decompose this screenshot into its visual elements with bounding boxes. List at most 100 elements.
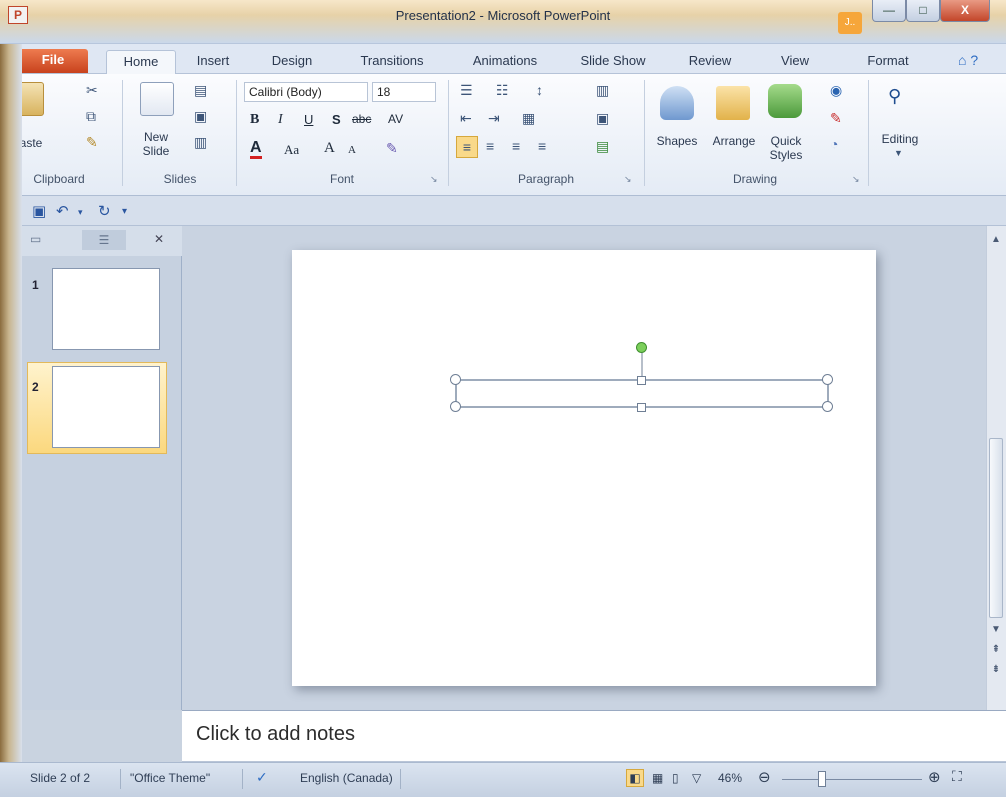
italic-button[interactable]: I: [278, 112, 283, 128]
tab-file[interactable]: File: [18, 49, 88, 73]
change-case-button[interactable]: Aa: [284, 142, 299, 158]
maximize-button[interactable]: □: [906, 0, 940, 22]
paragraph-launcher-icon[interactable]: ↘: [624, 174, 632, 185]
outline-tab-icon[interactable]: ☰: [82, 230, 126, 250]
resize-handle[interactable]: [822, 374, 833, 385]
zoom-slider-track[interactable]: [782, 779, 922, 780]
slide-thumbnail[interactable]: [52, 268, 160, 350]
theme-name[interactable]: "Office Theme": [130, 771, 210, 785]
vertical-scrollbar[interactable]: ▲ ▼ ⇞ ⇟: [986, 226, 1006, 710]
shadow-button[interactable]: S: [332, 112, 341, 127]
zoom-out-icon[interactable]: ⊖: [758, 768, 771, 786]
undo-icon[interactable]: ↶: [56, 202, 69, 220]
zoom-slider-thumb[interactable]: [818, 771, 826, 787]
minimize-button[interactable]: —: [872, 0, 906, 22]
resize-handle[interactable]: [822, 401, 833, 412]
notes-placeholder[interactable]: Click to add notes: [196, 723, 355, 746]
spell-check-icon[interactable]: ✓: [256, 769, 268, 786]
previous-slide-icon[interactable]: ⇞: [989, 644, 1003, 655]
slideshow-icon[interactable]: ▽: [692, 771, 701, 785]
shapes-button-label[interactable]: Shapes: [650, 134, 704, 148]
clear-formatting-icon[interactable]: ✎: [386, 140, 398, 157]
scroll-up-icon[interactable]: ▲: [989, 234, 1003, 245]
fit-to-window-icon[interactable]: ⛶: [952, 768, 962, 785]
tab-slide-show[interactable]: Slide Show: [568, 50, 658, 74]
save-icon[interactable]: ▣: [32, 202, 46, 220]
tab-animations[interactable]: Animations: [460, 50, 550, 74]
tab-design[interactable]: Design: [262, 50, 322, 74]
zoom-level[interactable]: 46%: [718, 771, 742, 785]
customize-toolbar-icon[interactable]: ▾: [122, 206, 127, 217]
resize-handle[interactable]: [450, 401, 461, 412]
binoculars-icon[interactable]: ⚲: [888, 86, 901, 107]
zoom-in-icon[interactable]: ⊕: [928, 768, 941, 786]
increase-indent-icon[interactable]: ⇥: [488, 110, 500, 127]
tab-transitions[interactable]: Transitions: [346, 50, 438, 74]
align-text-icon[interactable]: ▣: [596, 110, 609, 127]
font-name-dropdown[interactable]: Calibri (Body): [244, 82, 368, 102]
smartart-icon[interactable]: ▤: [596, 138, 609, 155]
new-slide-label-2[interactable]: Slide: [134, 144, 178, 158]
align-center-icon[interactable]: ≡: [486, 138, 494, 154]
shape-effects-icon[interactable]: ◔: [830, 136, 838, 152]
shape-fill-icon[interactable]: ◉: [830, 82, 842, 99]
rotation-handle[interactable]: [636, 342, 647, 353]
language-indicator[interactable]: English (Canada): [300, 771, 393, 785]
quick-styles-label-2[interactable]: Styles: [764, 148, 808, 162]
align-left-icon[interactable]: ≡: [456, 136, 478, 158]
help-icon[interactable]: ⌂ ?: [958, 52, 978, 68]
arrange-button-label[interactable]: Arrange: [706, 134, 762, 148]
numbering-icon[interactable]: ☷: [496, 82, 509, 99]
notes-pane[interactable]: Click to add notes: [182, 710, 1006, 762]
layout-icon[interactable]: ▤: [194, 82, 207, 99]
new-slide-label-1[interactable]: New: [134, 130, 178, 144]
font-launcher-icon[interactable]: ↘: [430, 174, 438, 185]
copy-icon[interactable]: ⧉: [86, 108, 96, 125]
editing-button-label[interactable]: Editing: [872, 132, 928, 146]
cut-icon[interactable]: ✂: [86, 82, 98, 99]
line-spacing-icon[interactable]: ↕: [536, 82, 543, 98]
grow-font-button[interactable]: A: [324, 140, 335, 157]
tab-format[interactable]: Format: [858, 50, 918, 74]
shape-outline-icon[interactable]: ✎: [830, 110, 842, 127]
chevron-down-icon[interactable]: ▼: [894, 148, 903, 158]
slide-thumbnail[interactable]: [52, 366, 160, 448]
close-button[interactable]: X: [940, 0, 990, 22]
reading-view-icon[interactable]: ▯: [672, 771, 679, 785]
new-slide-icon[interactable]: [140, 82, 174, 116]
align-right-icon[interactable]: ≡: [512, 138, 520, 154]
quick-styles-icon[interactable]: [768, 84, 802, 118]
font-size-dropdown[interactable]: 18: [372, 82, 436, 102]
underline-button[interactable]: U: [304, 112, 313, 127]
columns-icon[interactable]: ▥: [596, 82, 609, 99]
text-box-selection[interactable]: [292, 250, 876, 686]
section-icon[interactable]: ▥: [194, 134, 207, 151]
tab-home[interactable]: Home: [106, 50, 176, 74]
format-painter-icon[interactable]: ✎: [86, 134, 98, 151]
bullets-icon[interactable]: ☰: [460, 82, 473, 99]
shrink-font-button[interactable]: A: [348, 144, 356, 156]
bold-button[interactable]: B: [250, 112, 259, 128]
font-color-button[interactable]: A: [250, 140, 262, 159]
quick-styles-label-1[interactable]: Quick: [764, 134, 808, 148]
resize-handle[interactable]: [637, 376, 646, 385]
tab-view[interactable]: View: [770, 50, 820, 74]
slide-sorter-icon[interactable]: ▦: [652, 771, 663, 785]
arrange-icon[interactable]: [716, 86, 750, 120]
next-slide-icon[interactable]: ⇟: [989, 664, 1003, 675]
tab-insert[interactable]: Insert: [188, 50, 238, 74]
close-pane-icon[interactable]: ✕: [154, 232, 164, 246]
normal-view-icon[interactable]: ◧: [626, 769, 644, 787]
scrollbar-thumb[interactable]: [989, 438, 1003, 618]
drawing-launcher-icon[interactable]: ↘: [852, 174, 860, 185]
reset-icon[interactable]: ▣: [194, 108, 207, 125]
character-spacing-button[interactable]: AV: [388, 112, 403, 126]
redo-icon[interactable]: ↻: [98, 202, 111, 220]
slide-canvas[interactable]: [292, 250, 876, 686]
shapes-icon[interactable]: [660, 86, 694, 120]
undo-dropdown-icon[interactable]: ▾: [78, 207, 83, 218]
strikethrough-button[interactable]: abc: [352, 112, 371, 126]
resize-handle[interactable]: [450, 374, 461, 385]
slides-tab-icon[interactable]: ▭: [30, 232, 41, 246]
justify-icon[interactable]: ≡: [538, 138, 546, 154]
